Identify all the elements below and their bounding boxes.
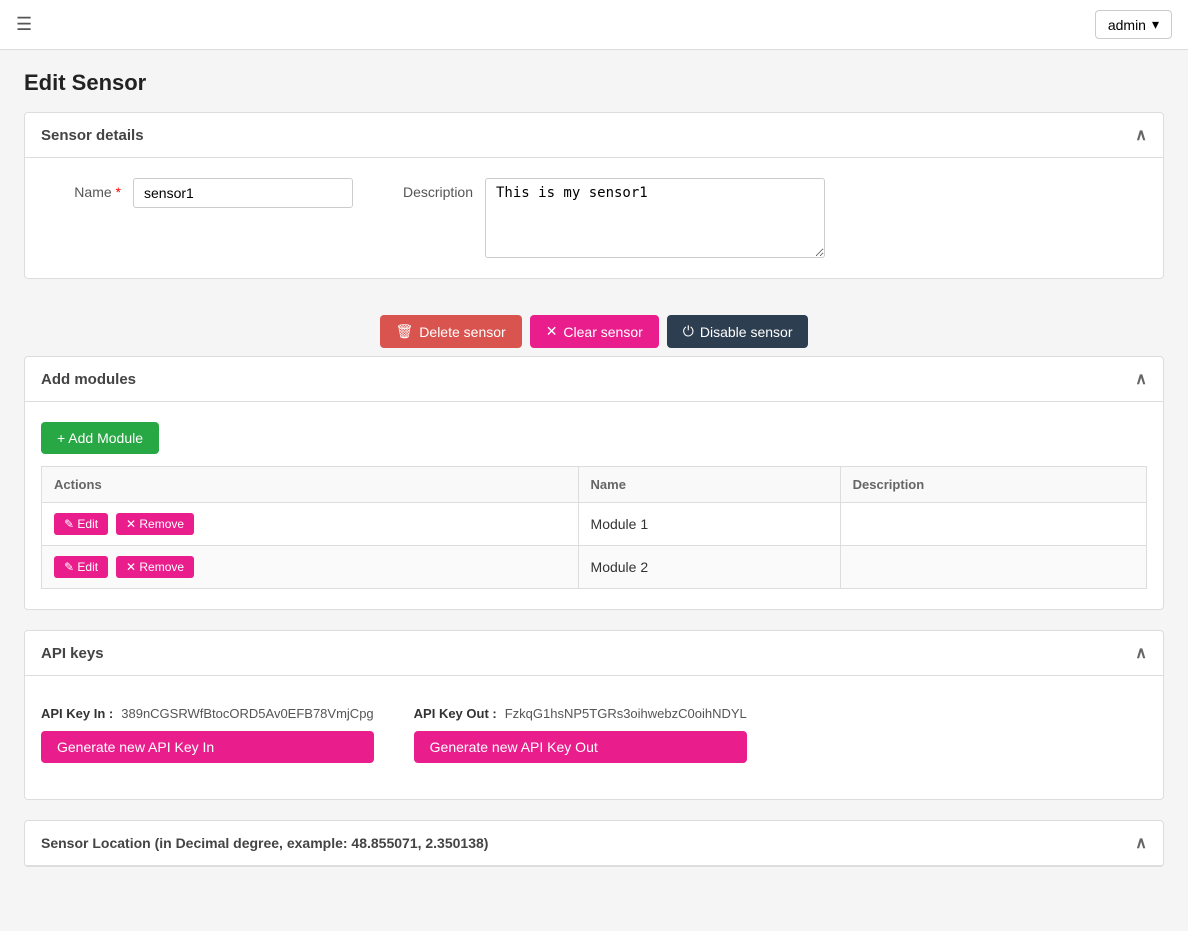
sensor-details-header: Sensor details ∧ xyxy=(25,113,1163,158)
modules-table: Actions Name Description ✎ Edit ✕ Remove… xyxy=(41,466,1147,589)
api-keys-collapse-icon[interactable]: ∧ xyxy=(1135,643,1147,663)
api-keys-row: API Key In : 389nCGSRWfBtocORD5Av0EFB78V… xyxy=(41,696,1147,779)
clear-sensor-button[interactable]: ✕ Clear sensor xyxy=(530,315,659,348)
api-keys-title: API keys xyxy=(41,645,104,662)
required-star: * xyxy=(116,184,121,200)
action-buttons-row: 🗑 Delete sensor ✕ Clear sensor ⏻ Disable… xyxy=(24,299,1164,356)
module1-remove-button[interactable]: ✕ Remove xyxy=(116,513,194,535)
api-key-in-value: 389nCGSRWfBtocORD5Av0EFB78VmjCpg xyxy=(121,706,373,721)
col-description: Description xyxy=(840,467,1146,503)
dropdown-arrow-icon: ▾ xyxy=(1152,16,1159,33)
api-key-in-label: API Key In : xyxy=(41,706,113,721)
module2-edit-button[interactable]: ✎ Edit xyxy=(54,556,108,578)
module2-description xyxy=(840,546,1146,589)
disable-sensor-label: Disable sensor xyxy=(700,324,793,340)
module1-actions: ✎ Edit ✕ Remove xyxy=(42,503,579,546)
name-form-group: Name * xyxy=(41,178,353,208)
description-form-group: Description This is my sensor1 xyxy=(393,178,825,258)
add-modules-header: Add modules ∧ xyxy=(25,357,1163,402)
add-modules-collapse-icon[interactable]: ∧ xyxy=(1135,369,1147,389)
clear-icon: ✕ xyxy=(546,323,558,340)
api-keys-card: API keys ∧ API Key In : 389nCGSRWfBtocOR… xyxy=(24,630,1164,800)
module2-actions: ✎ Edit ✕ Remove xyxy=(42,546,579,589)
api-keys-body: API Key In : 389nCGSRWfBtocORD5Av0EFB78V… xyxy=(25,676,1163,799)
col-actions: Actions xyxy=(42,467,579,503)
module1-name: Module 1 xyxy=(578,503,840,546)
name-input[interactable] xyxy=(133,178,353,208)
sensor-details-body: Name * Description This is my sensor1 xyxy=(25,158,1163,278)
generate-api-key-out-label: Generate new API Key Out xyxy=(430,739,598,755)
module1-description xyxy=(840,503,1146,546)
add-module-label: + Add Module xyxy=(57,430,143,446)
sensor-location-collapse-icon[interactable]: ∧ xyxy=(1135,833,1147,853)
add-module-button[interactable]: + Add Module xyxy=(41,422,159,454)
sensor-form-row: Name * Description This is my sensor1 xyxy=(41,178,1147,258)
api-key-out-label: API Key Out : xyxy=(414,706,497,721)
delete-sensor-label: Delete sensor xyxy=(419,324,505,340)
disable-sensor-button[interactable]: ⏻ Disable sensor xyxy=(667,315,809,348)
api-key-in-group: API Key In : 389nCGSRWfBtocORD5Av0EFB78V… xyxy=(41,706,374,763)
add-modules-body: + Add Module Actions Name Description ✎ … xyxy=(25,402,1163,609)
admin-dropdown-button[interactable]: admin ▾ xyxy=(1095,10,1172,39)
api-keys-header: API keys ∧ xyxy=(25,631,1163,676)
sensor-location-title: Sensor Location (in Decimal degree, exam… xyxy=(41,835,488,851)
modules-table-head: Actions Name Description xyxy=(42,467,1147,503)
sensor-location-card: Sensor Location (in Decimal degree, exam… xyxy=(24,820,1164,867)
api-key-in-label-row: API Key In : 389nCGSRWfBtocORD5Av0EFB78V… xyxy=(41,706,374,721)
api-key-out-group: API Key Out : FzkqG1hsNP5TGRs3oihwebzC0o… xyxy=(414,706,747,763)
module2-name: Module 2 xyxy=(578,546,840,589)
col-name: Name xyxy=(578,467,840,503)
disable-icon: ⏻ xyxy=(683,323,694,340)
delete-icon: 🗑 xyxy=(396,323,414,340)
top-nav: ☰ admin ▾ xyxy=(0,0,1188,50)
module2-remove-button[interactable]: ✕ Remove xyxy=(116,556,194,578)
hamburger-icon[interactable]: ☰ xyxy=(16,14,32,35)
table-row: ✎ Edit ✕ Remove Module 2 xyxy=(42,546,1147,589)
module1-edit-button[interactable]: ✎ Edit xyxy=(54,513,108,535)
table-row: ✎ Edit ✕ Remove Module 1 xyxy=(42,503,1147,546)
sensor-details-card: Sensor details ∧ Name * Description This… xyxy=(24,112,1164,279)
add-modules-title: Add modules xyxy=(41,371,136,388)
page-title: Edit Sensor xyxy=(24,70,1164,96)
description-label: Description xyxy=(393,178,473,200)
sensor-details-collapse-icon[interactable]: ∧ xyxy=(1135,125,1147,145)
sensor-details-title: Sensor details xyxy=(41,127,144,144)
description-textarea[interactable]: This is my sensor1 xyxy=(485,178,825,258)
sensor-location-header: Sensor Location (in Decimal degree, exam… xyxy=(25,821,1163,866)
main-content: Edit Sensor Sensor details ∧ Name * Desc… xyxy=(0,50,1188,907)
name-label: Name * xyxy=(41,178,121,200)
admin-label: admin xyxy=(1108,17,1146,33)
modules-table-body: ✎ Edit ✕ Remove Module 1 ✎ Edit ✕ Remove… xyxy=(42,503,1147,589)
modules-table-header-row: Actions Name Description xyxy=(42,467,1147,503)
generate-api-key-in-label: Generate new API Key In xyxy=(57,739,214,755)
delete-sensor-button[interactable]: 🗑 Delete sensor xyxy=(380,315,522,348)
generate-api-key-in-button[interactable]: Generate new API Key In xyxy=(41,731,374,763)
api-key-out-label-row: API Key Out : FzkqG1hsNP5TGRs3oihwebzC0o… xyxy=(414,706,747,721)
api-key-out-value: FzkqG1hsNP5TGRs3oihwebzC0oihNDYL xyxy=(505,706,747,721)
clear-sensor-label: Clear sensor xyxy=(563,324,642,340)
generate-api-key-out-button[interactable]: Generate new API Key Out xyxy=(414,731,747,763)
add-modules-card: Add modules ∧ + Add Module Actions Name … xyxy=(24,356,1164,610)
